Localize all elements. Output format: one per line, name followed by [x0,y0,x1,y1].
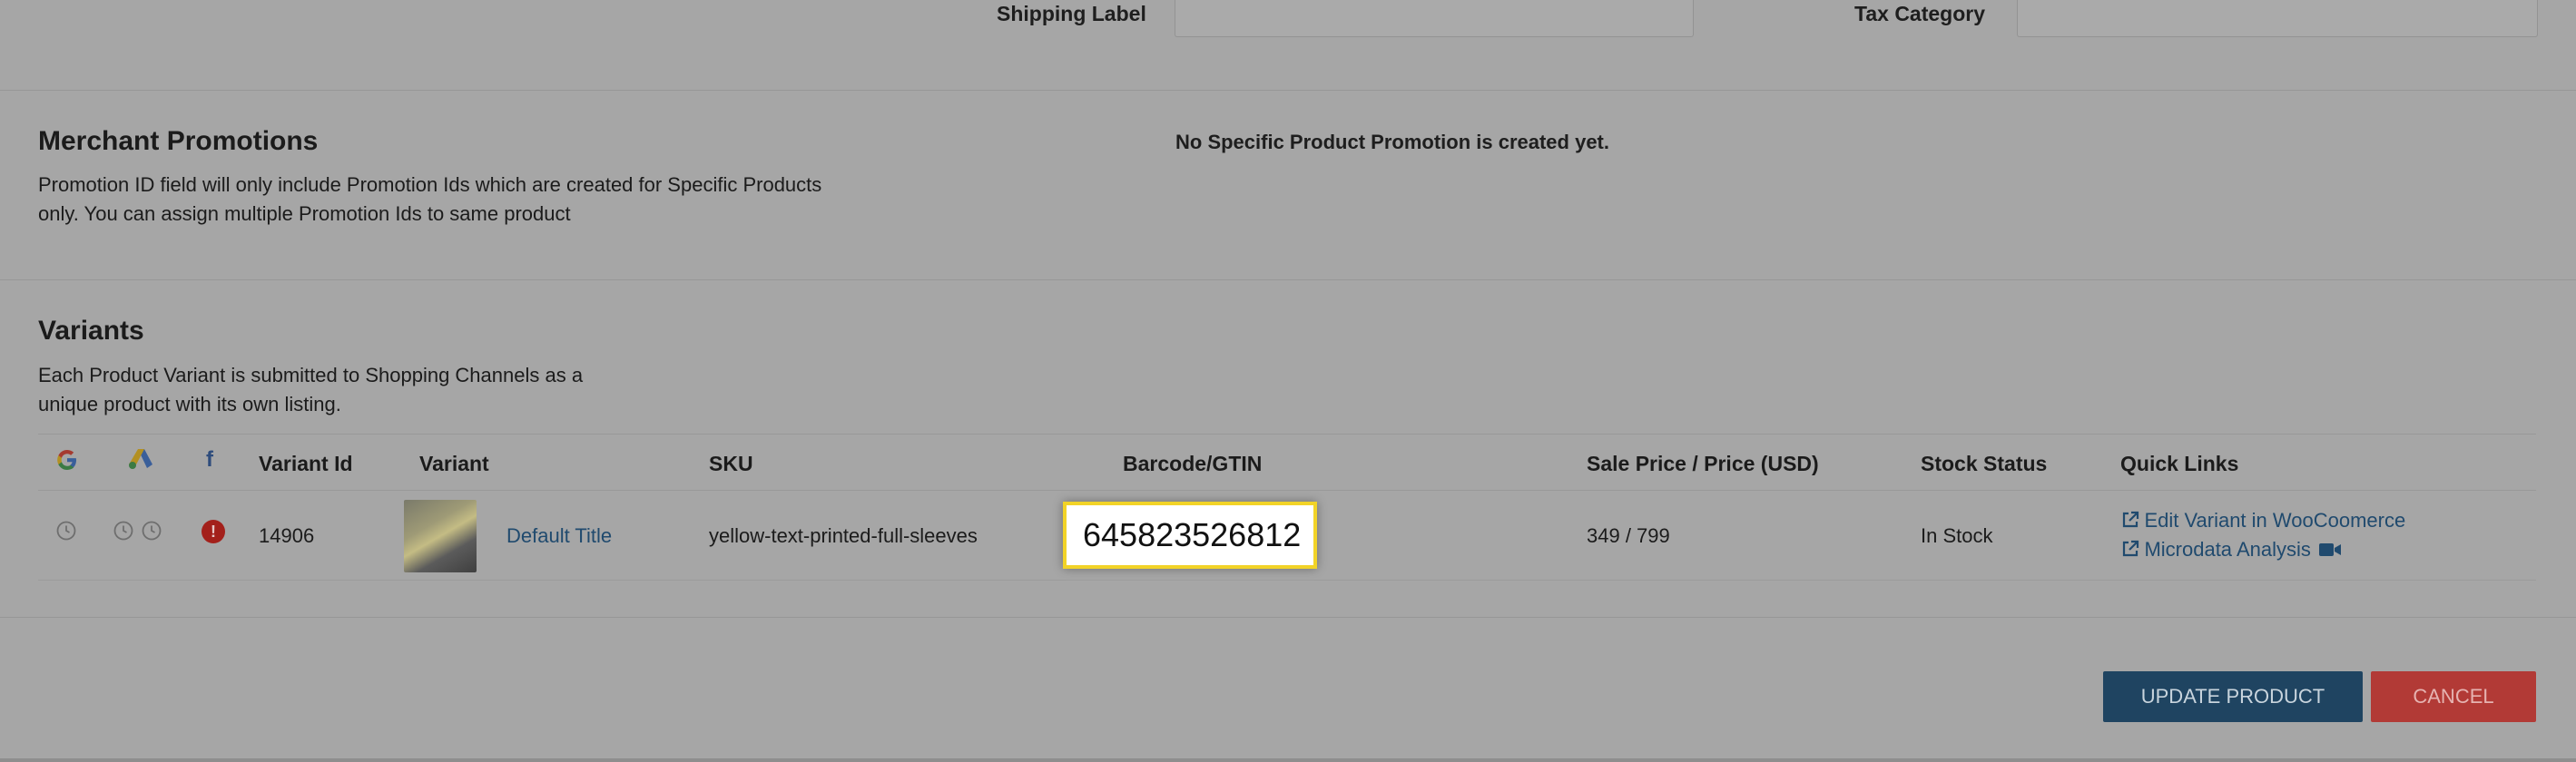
table-bottom-border [38,580,2536,581]
column-header-variant-id: Variant Id [259,452,353,475]
variants-description: Each Product Variant is submitted to Sho… [38,361,673,419]
variant-id-cell: 14906 [259,524,315,547]
edit-variant-link[interactable]: Edit Variant in WooCoomerce [2120,509,2405,532]
variant-thumbnail [404,500,477,572]
divider [0,90,2576,91]
variant-title-link[interactable]: Default Title [506,524,612,548]
column-header-stock: Stock Status [1921,452,2048,475]
microdata-analysis-link[interactable]: Microdata Analysis [2120,538,2342,562]
google-ads-secondary-clock-icon [142,521,162,541]
video-camera-icon[interactable] [2318,542,2342,558]
promotions-empty-message: No Specific Product Promotion is created… [1175,131,1609,153]
cancel-button[interactable]: CANCEL [2371,671,2536,722]
variants-title: Variants [38,316,144,346]
table-top-border [38,434,2536,435]
external-link-icon [2122,540,2139,557]
tax-category-input[interactable] [2017,0,2538,37]
google-icon [54,447,80,477]
variants-description-line1: Each Product Variant is submitted to Sho… [38,364,584,386]
divider [0,617,2576,618]
variants-description-line2: unique product with its own listing. [38,393,341,415]
microdata-analysis-link-label[interactable]: Microdata Analysis [2144,538,2310,561]
edit-variant-link-label[interactable]: Edit Variant in WooCoomerce [2144,509,2405,532]
stock-status-cell: In Stock [1921,524,1993,547]
promotions-description-line1: Promotion ID field will only include Pro… [38,173,822,196]
google-ads-status-clock-icon [113,521,133,541]
external-link-icon [2122,511,2139,528]
price-cell: 349 / 799 [1587,524,1670,547]
column-header-variant: Variant [419,452,489,475]
sku-cell: yellow-text-printed-full-sleeves [709,524,978,547]
google-ads-icon [127,446,154,476]
promotions-title: Merchant Promotions [38,126,319,156]
facebook-icon: f [206,447,213,472]
divider [0,279,2576,280]
barcode-gtin-highlight[interactable]: 645823526812 [1063,502,1317,569]
column-header-quick-links: Quick Links [2120,452,2239,475]
promotions-description-line2: only. You can assign multiple Promotion … [38,202,571,225]
column-header-barcode: Barcode/GTIN [1123,452,1263,475]
column-header-price: Sale Price / Price (USD) [1587,452,1819,475]
facebook-error-icon[interactable]: ! [202,520,225,543]
tax-category-label: Tax Category [1854,2,1986,25]
bottom-border [0,758,2576,762]
column-header-sku: SKU [709,452,753,475]
shipping-label-input[interactable] [1175,0,1694,37]
google-status-clock-icon [56,521,76,541]
shipping-label-label: Shipping Label [997,2,1146,25]
promotions-description: Promotion ID field will only include Pro… [38,171,946,229]
update-product-button[interactable]: UPDATE PRODUCT [2103,671,2363,722]
